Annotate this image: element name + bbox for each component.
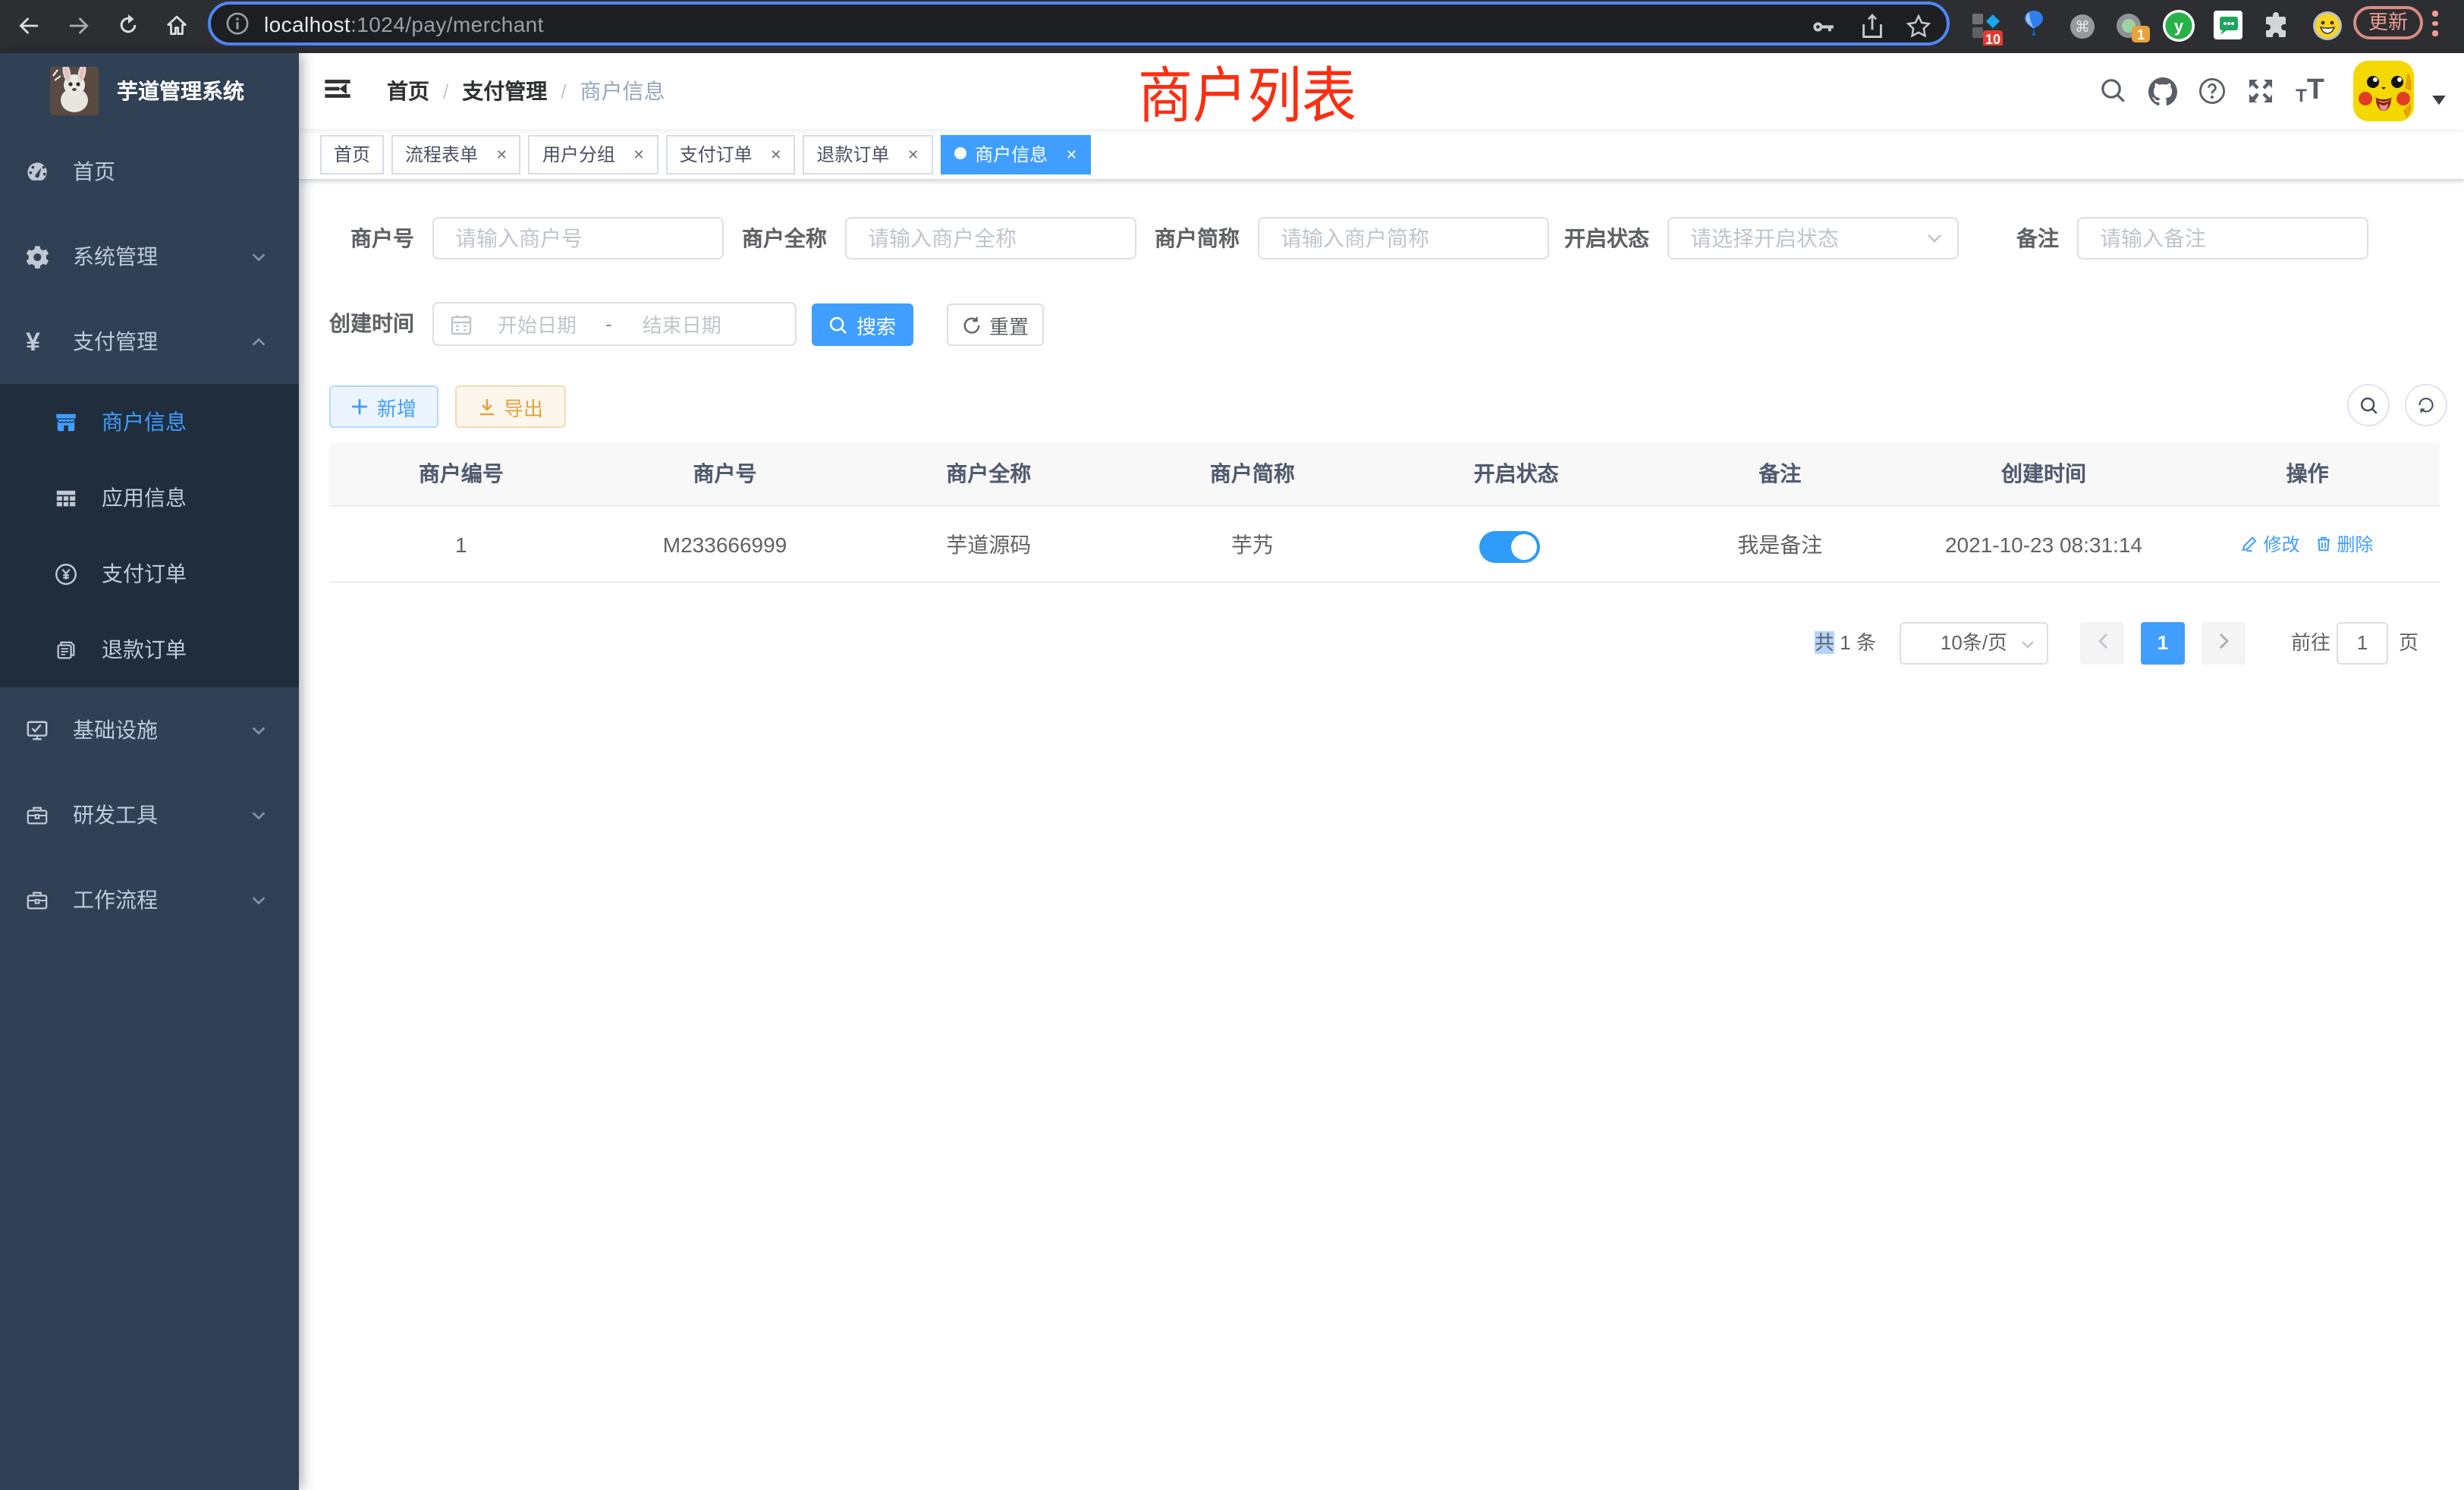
svg-text:⌘: ⌘ [2075, 19, 2090, 36]
svg-text:1: 1 [2137, 27, 2145, 42]
svg-text:y: y [2174, 17, 2184, 36]
svg-text:10: 10 [1985, 32, 2000, 46]
